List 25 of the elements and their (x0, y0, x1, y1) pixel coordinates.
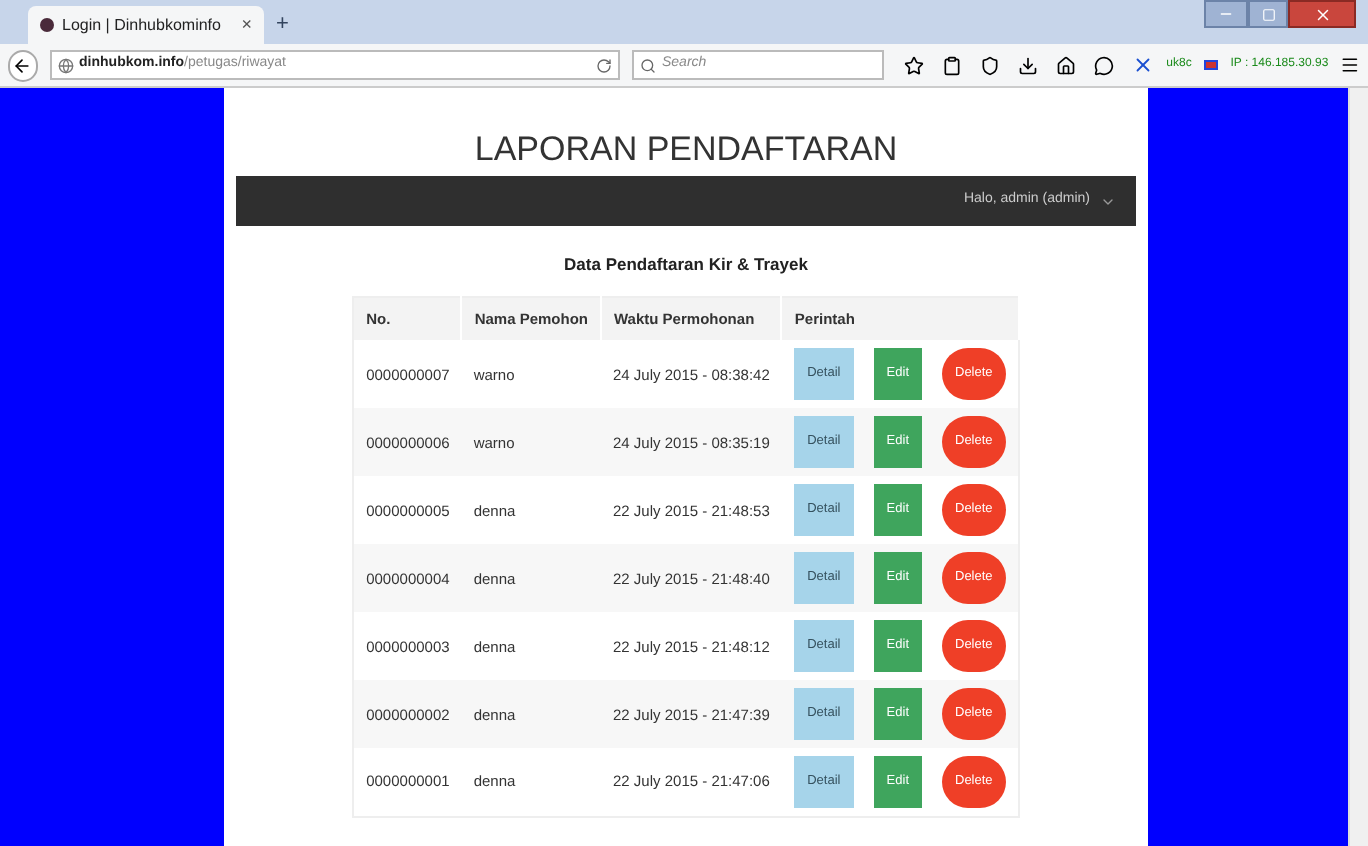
bookmark-star-icon[interactable] (904, 55, 925, 75)
maximize-button[interactable] (1248, 0, 1288, 28)
browser-tab[interactable]: Login | Dinhubkominfo × (28, 6, 264, 44)
new-tab-button[interactable]: + (276, 7, 289, 40)
back-arrow-icon (12, 55, 33, 75)
globe-icon (57, 57, 74, 73)
download-icon[interactable] (1018, 55, 1039, 75)
back-button[interactable] (8, 49, 38, 81)
flag-icon (1203, 60, 1219, 70)
x-icon[interactable] (1132, 54, 1155, 76)
tab-title: Login | Dinhubkominfo (62, 13, 223, 37)
shield-icon[interactable] (980, 55, 1001, 75)
maximize-icon (1261, 7, 1275, 21)
home-icon[interactable] (1056, 55, 1077, 75)
menu-icon[interactable] (1340, 54, 1360, 76)
search-icon (640, 57, 656, 73)
favicon-icon (40, 18, 54, 32)
close-button[interactable] (1288, 0, 1356, 28)
clipboard-icon[interactable] (942, 55, 963, 75)
reload-icon[interactable] (596, 57, 612, 73)
tab-close-button[interactable]: × (241, 11, 252, 39)
close-icon (1313, 5, 1331, 23)
chat-icon[interactable] (1094, 55, 1115, 75)
page-title: LAPORAN PENDAFTARAN (474, 128, 898, 172)
section-heading: Data Pendaftaran Kir & Trayek (564, 252, 808, 278)
